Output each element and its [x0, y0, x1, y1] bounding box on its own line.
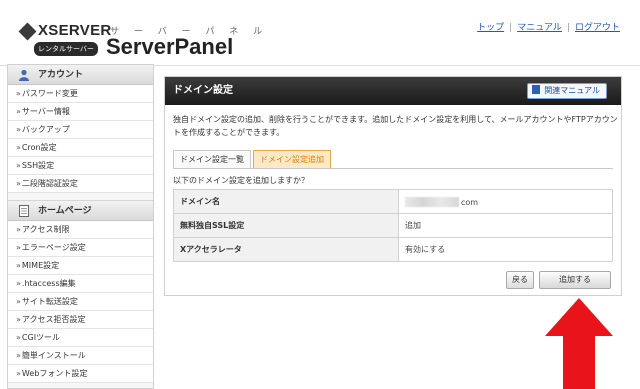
sidebar-section-homepage: ホームページ: [8, 201, 153, 221]
sidebar-item-access-deny[interactable]: »アクセス拒否設定: [8, 311, 153, 329]
row-value: 追加: [398, 213, 613, 238]
sidebar-item-easy-install[interactable]: »簡単インストール: [8, 347, 153, 365]
sidebar-item-cron[interactable]: »Cron設定: [8, 139, 153, 157]
table-row: ドメイン名 com: [173, 189, 613, 214]
table-row: 無料独自SSL設定 追加: [173, 213, 613, 238]
confirm-table: ドメイン名 com 無料独自SSL設定 追加 Xアクセラレータ 有効にする: [173, 189, 613, 262]
related-manual-button[interactable]: 関連マニュアル: [527, 83, 607, 99]
arrow-right-icon: »: [16, 261, 21, 270]
document-icon: [19, 205, 29, 217]
sidebar-item-server-info[interactable]: »サーバー情報: [8, 103, 153, 121]
arrow-right-icon: »: [16, 351, 21, 360]
sidebar-item-backup[interactable]: »バックアップ: [8, 121, 153, 139]
separator: |: [566, 23, 570, 33]
sidebar-section-title: ホームページ: [38, 206, 92, 216]
separator: |: [509, 23, 513, 33]
sidebar-section-account: アカウント: [8, 65, 153, 85]
row-value: 有効にする: [398, 237, 613, 262]
confirm-question: 以下のドメイン設定を追加しますか？: [173, 176, 309, 185]
arrow-right-icon: »: [16, 315, 21, 324]
arrow-right-icon: »: [16, 297, 21, 306]
arrow-right-icon: »: [16, 107, 21, 116]
sidebar-item-access-limit[interactable]: »アクセス制限: [8, 221, 153, 239]
logo-panel-name: ServerPanel: [106, 34, 234, 59]
brand-name: XSERVER: [38, 22, 112, 39]
arrow-right-icon: »: [16, 225, 21, 234]
page-title-bar: ドメイン設定 関連マニュアル: [165, 77, 621, 105]
book-icon: [532, 85, 541, 94]
row-value: com: [398, 189, 613, 214]
arrow-right-icon: »: [16, 143, 21, 152]
red-up-arrow-icon: [545, 298, 613, 389]
arrow-right-icon: »: [16, 89, 21, 98]
row-label: ドメイン名: [173, 189, 399, 214]
manual-link[interactable]: マニュアル: [517, 23, 562, 33]
page: XSERVER レンタルサーバー サ ー バ ー パ ネ ル ServerPan…: [0, 0, 640, 389]
main-panel: ドメイン設定 関連マニュアル 独自ドメイン設定の追加、削除を行うことができます。…: [164, 76, 622, 296]
arrow-right-icon: »: [16, 333, 21, 342]
page-title: ドメイン設定: [173, 85, 233, 96]
header: XSERVER レンタルサーバー サ ー バ ー パ ネ ル ServerPan…: [0, 0, 640, 66]
arrow-right-icon: »: [16, 179, 21, 188]
row-label: Xアクセラレータ: [173, 237, 399, 262]
sidebar-item-mime[interactable]: »MIME設定: [8, 257, 153, 275]
sidebar-item-ssh[interactable]: »SSH設定: [8, 157, 153, 175]
tab-domain-list[interactable]: ドメイン設定一覧: [173, 150, 251, 168]
sidebar-gap: [8, 193, 153, 201]
top-link[interactable]: トップ: [477, 23, 504, 33]
tab-domain-add[interactable]: ドメイン設定追加: [253, 150, 331, 168]
row-label: 無料独自SSL設定: [173, 213, 399, 238]
arrow-right-icon: »: [16, 369, 21, 378]
user-icon: [19, 69, 29, 81]
sidebar-item-web-font[interactable]: »Webフォント設定: [8, 365, 153, 383]
sidebar: アカウント »パスワード変更 »サーバー情報 »バックアップ »Cron設定 »…: [7, 64, 154, 389]
sidebar-section-title: アカウント: [38, 70, 84, 80]
diamond-logo-icon: [18, 22, 37, 41]
sidebar-item-2fa[interactable]: »二段階認証設定: [8, 175, 153, 193]
arrow-right-icon: »: [16, 279, 21, 288]
divider: [173, 168, 613, 169]
table-row: Xアクセラレータ 有効にする: [173, 237, 613, 262]
back-button[interactable]: 戻る: [506, 271, 534, 289]
arrow-right-icon: »: [16, 125, 21, 134]
top-links: トップ | マニュアル | ログアウト: [477, 20, 620, 33]
sidebar-item-cgi[interactable]: »CGIツール: [8, 329, 153, 347]
sidebar-item-site-transfer[interactable]: »サイト転送設定: [8, 293, 153, 311]
arrow-right-icon: »: [16, 161, 21, 170]
add-button[interactable]: 追加する: [539, 271, 611, 289]
blurred-domain: [405, 196, 459, 207]
rental-badge: レンタルサーバー: [34, 42, 98, 56]
logout-link[interactable]: ログアウト: [575, 23, 620, 33]
sidebar-item-htaccess[interactable]: ».htaccess編集: [8, 275, 153, 293]
description: 独自ドメイン設定の追加、削除を行うことができます。追加したドメイン設定を利用して…: [173, 115, 618, 137]
sidebar-item-error-page[interactable]: »エラーページ設定: [8, 239, 153, 257]
arrow-right-icon: »: [16, 243, 21, 252]
sidebar-item-password[interactable]: »パスワード変更: [8, 85, 153, 103]
